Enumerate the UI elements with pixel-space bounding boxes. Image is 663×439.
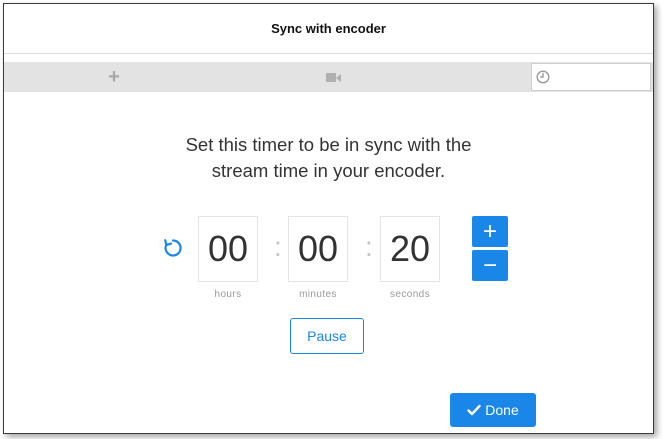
seconds-input[interactable]: 20	[380, 216, 440, 282]
minutes-label: minutes	[299, 289, 337, 300]
plus-icon: +	[108, 66, 120, 88]
time-separator: :	[274, 231, 282, 262]
dialog-title: Sync with encoder	[4, 4, 653, 54]
hours-input[interactable]: 00	[198, 216, 258, 282]
check-icon	[467, 404, 481, 416]
instruction-line-1: Set this timer to be in sync with the	[185, 134, 472, 155]
increment-button[interactable]: +	[472, 216, 508, 247]
tab-clock[interactable]	[531, 63, 651, 91]
tab-bar: +	[4, 62, 653, 92]
tab-video[interactable]	[224, 62, 444, 92]
sync-dialog: Sync with encoder + Set this timer to be…	[3, 3, 654, 434]
video-camera-icon	[326, 72, 342, 83]
seconds-label: seconds	[389, 289, 431, 300]
pause-button[interactable]: Pause	[290, 318, 364, 354]
instruction-line-2: stream time in your encoder.	[211, 160, 446, 181]
done-label: Done	[485, 402, 519, 418]
timer-row: 00 : 00 : 20 hours minutes seconds + −	[4, 216, 653, 300]
decrement-button[interactable]: −	[472, 250, 508, 281]
reset-icon[interactable]	[161, 236, 185, 260]
done-button[interactable]: Done	[450, 393, 536, 427]
clock-icon	[536, 70, 550, 84]
tab-add[interactable]: +	[4, 62, 224, 92]
minutes-input[interactable]: 00	[288, 216, 348, 282]
hours-label: hours	[214, 289, 242, 300]
instruction-text: Set this timer to be in sync with the st…	[4, 132, 653, 184]
time-separator: :	[365, 231, 373, 262]
